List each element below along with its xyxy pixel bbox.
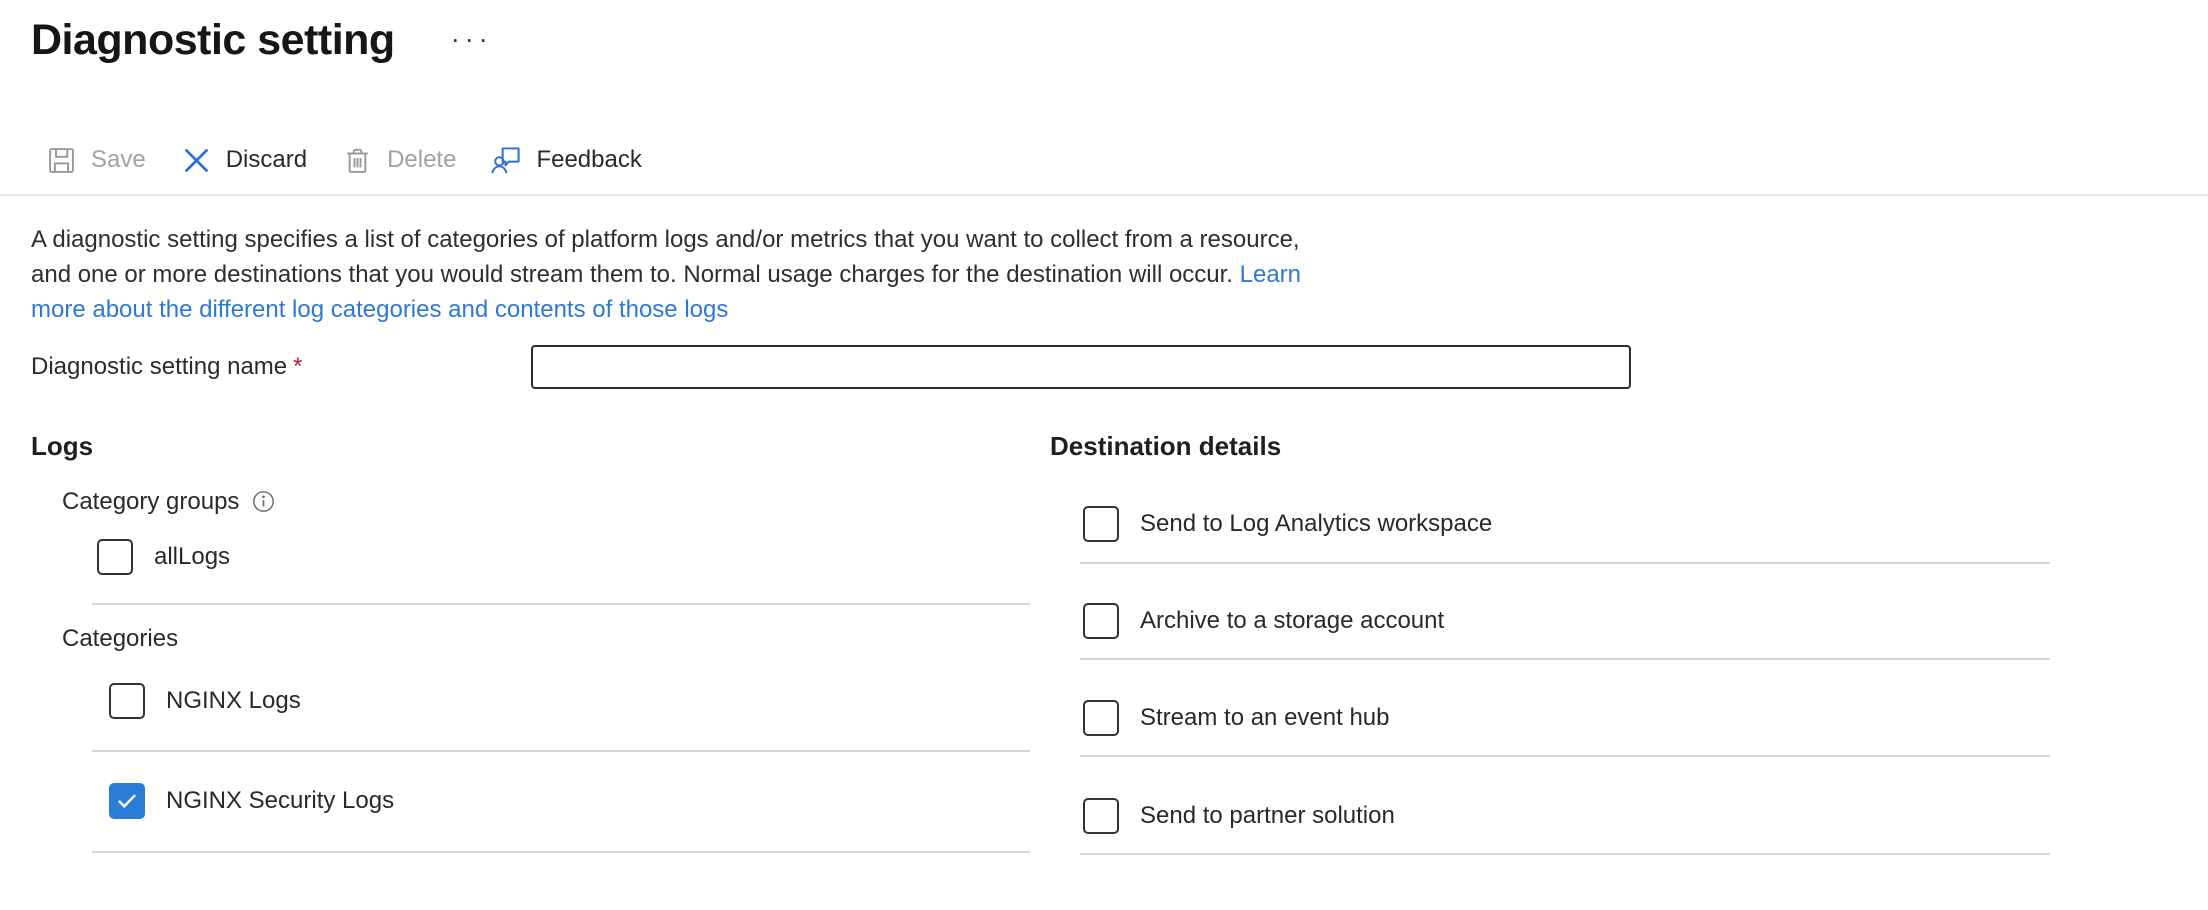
delete-button[interactable]: Delete — [341, 144, 456, 177]
storage-account-label: Archive to a storage account — [1140, 607, 1444, 635]
logs-divider — [92, 750, 1030, 752]
storage-account-checkbox[interactable] — [1083, 603, 1119, 639]
category-groups-row: Category groups — [62, 485, 277, 518]
checkmark-icon — [114, 788, 140, 814]
event-hub-checkbox[interactable] — [1083, 700, 1119, 736]
delete-icon — [341, 144, 374, 177]
diagnostic-name-row: Diagnostic setting name* — [31, 345, 2208, 389]
destination-divider — [1080, 853, 2050, 855]
description-line1: A diagnostic setting specifies a list of… — [31, 226, 1300, 253]
alllogs-checkbox[interactable] — [97, 539, 133, 575]
category-groups-label: Category groups — [62, 485, 239, 518]
event-hub-label: Stream to an event hub — [1140, 704, 1390, 732]
logs-divider — [92, 851, 1030, 853]
checkbox-row-event-hub[interactable]: Stream to an event hub — [1083, 700, 1390, 736]
logs-heading: Logs — [31, 429, 93, 463]
discard-icon — [180, 144, 213, 177]
destination-details-heading: Destination details — [1050, 429, 1281, 463]
delete-label: Delete — [387, 146, 456, 174]
alllogs-label: allLogs — [154, 543, 230, 571]
description-text: A diagnostic setting specifies a list of… — [31, 222, 2208, 327]
diagnostic-name-input[interactable] — [531, 345, 1631, 389]
log-analytics-checkbox[interactable] — [1083, 506, 1119, 542]
required-asterisk: * — [293, 353, 302, 380]
save-button[interactable]: Save — [45, 144, 146, 177]
learn-more-link[interactable]: Learn — [1240, 261, 1301, 288]
description-line2: and one or more destinations that you wo… — [31, 261, 1233, 288]
nginx-security-logs-label: NGINX Security Logs — [166, 787, 394, 815]
checkbox-row-storage-account[interactable]: Archive to a storage account — [1083, 603, 1444, 639]
destination-divider — [1080, 755, 2050, 757]
log-analytics-label: Send to Log Analytics workspace — [1140, 510, 1492, 538]
settings-columns: Logs Category groups allLogs Categories … — [0, 427, 2208, 910]
nginx-logs-checkbox[interactable] — [109, 683, 145, 719]
nginx-logs-label: NGINX Logs — [166, 687, 301, 715]
feedback-button[interactable]: Feedback — [490, 144, 641, 177]
feedback-label: Feedback — [536, 146, 641, 174]
save-icon — [45, 144, 78, 177]
checkbox-row-alllogs[interactable]: allLogs — [97, 539, 230, 575]
save-label: Save — [91, 146, 146, 174]
destination-divider — [1080, 658, 2050, 660]
diagnostic-name-label: Diagnostic setting name* — [31, 353, 531, 381]
checkbox-row-partner-solution[interactable]: Send to partner solution — [1083, 798, 1395, 834]
checkbox-row-log-analytics[interactable]: Send to Log Analytics workspace — [1083, 506, 1492, 542]
page-header: Diagnostic setting ··· — [0, 0, 2208, 70]
partner-solution-checkbox[interactable] — [1083, 798, 1119, 834]
toolbar-divider — [0, 194, 2208, 196]
logs-divider — [92, 603, 1030, 605]
command-bar: Save Discard Delete Feedback — [45, 134, 2208, 186]
more-options-button[interactable]: ··· — [447, 24, 497, 55]
nginx-security-logs-checkbox[interactable] — [109, 783, 145, 819]
page-title: Diagnostic setting — [31, 10, 395, 70]
partner-solution-label: Send to partner solution — [1140, 802, 1395, 830]
discard-label: Discard — [226, 146, 307, 174]
destination-divider — [1080, 562, 2050, 564]
checkbox-row-nginx-logs[interactable]: NGINX Logs — [109, 683, 301, 719]
feedback-icon — [490, 144, 523, 177]
checkbox-row-nginx-security-logs[interactable]: NGINX Security Logs — [109, 783, 394, 819]
info-icon[interactable] — [250, 488, 277, 515]
learn-more-link-continued[interactable]: more about the different log categories … — [31, 296, 728, 323]
discard-button[interactable]: Discard — [180, 144, 307, 177]
categories-label: Categories — [62, 622, 178, 655]
